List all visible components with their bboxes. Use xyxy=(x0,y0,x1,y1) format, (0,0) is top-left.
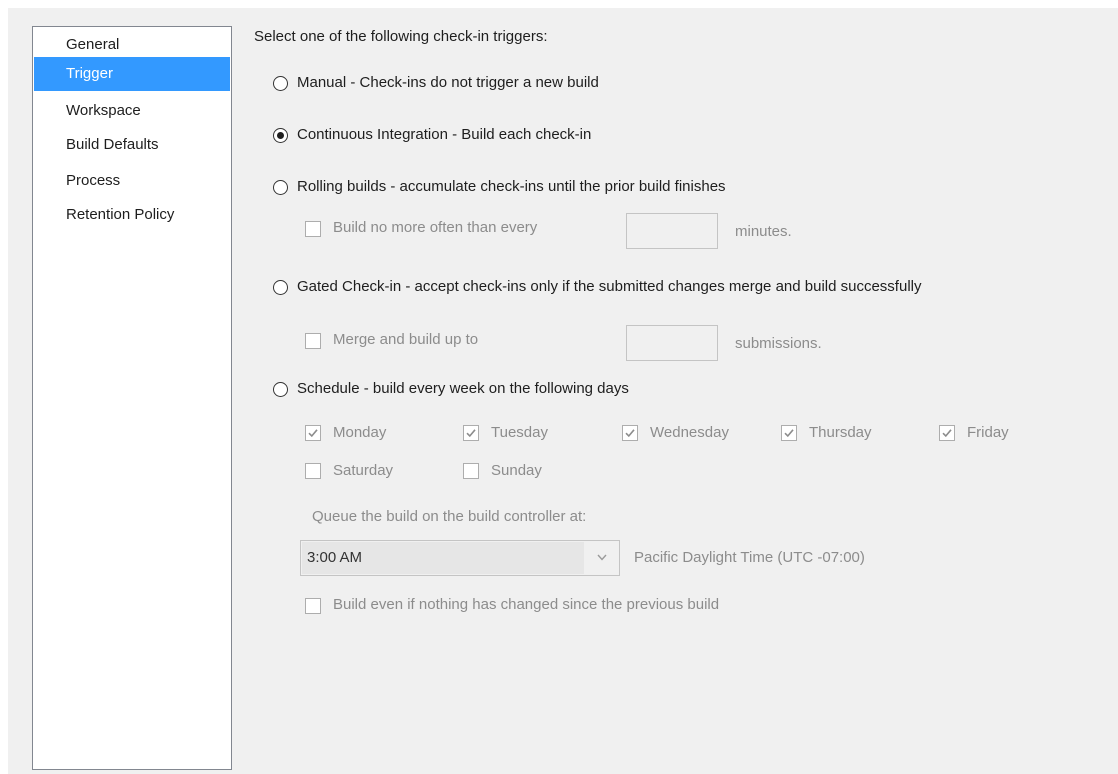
tuesday-label: Tuesday xyxy=(491,424,548,441)
checkmark-icon xyxy=(625,429,635,438)
friday-label: Friday xyxy=(967,424,1009,441)
wednesday-checkbox[interactable] xyxy=(622,425,638,441)
monday-checkbox[interactable] xyxy=(305,425,321,441)
schedule-radio[interactable] xyxy=(273,382,288,397)
gated-checkin-radio[interactable] xyxy=(273,280,288,295)
queue-time-value: 3:00 AM xyxy=(307,549,363,566)
build-even-checkbox[interactable] xyxy=(305,598,321,614)
gated-submissions-suffix: submissions. xyxy=(735,335,822,352)
sunday-label: Sunday xyxy=(491,462,542,479)
wednesday-label: Wednesday xyxy=(650,424,729,441)
friday-checkbox[interactable] xyxy=(939,425,955,441)
build-even-label: Build even if nothing has changed since … xyxy=(333,596,720,613)
sunday-checkbox[interactable] xyxy=(463,463,479,479)
continuous-integration-radio[interactable] xyxy=(273,128,288,143)
rolling-minutes-suffix: minutes. xyxy=(735,223,792,240)
checkmark-icon xyxy=(466,429,476,438)
gated-submissions-input[interactable] xyxy=(626,325,718,361)
checkmark-icon xyxy=(942,429,952,438)
timezone-label: Pacific Daylight Time (UTC -07:00) xyxy=(634,549,865,566)
manual-label[interactable]: Manual - Check-ins do not trigger a new … xyxy=(297,74,599,91)
gated-checkin-label[interactable]: Gated Check-in - accept check-ins only i… xyxy=(297,278,921,295)
rolling-builds-label[interactable]: Rolling builds - accumulate check-ins un… xyxy=(297,178,726,195)
continuous-integration-label[interactable]: Continuous Integration - Build each chec… xyxy=(297,126,591,143)
rolling-limit-checkbox[interactable] xyxy=(305,221,321,237)
schedule-label[interactable]: Schedule - build every week on the follo… xyxy=(297,380,629,397)
monday-label: Monday xyxy=(333,424,387,441)
saturday-label: Saturday xyxy=(333,462,394,479)
thursday-label: Thursday xyxy=(809,424,872,441)
gated-limit-checkbox[interactable] xyxy=(305,333,321,349)
queue-time-value-area: 3:00 AM xyxy=(302,542,584,574)
rolling-builds-radio[interactable] xyxy=(273,180,288,195)
chevron-down-icon[interactable] xyxy=(597,554,607,561)
checkmark-icon xyxy=(784,429,794,438)
checkmark-icon xyxy=(308,429,318,438)
tuesday-checkbox[interactable] xyxy=(463,425,479,441)
trigger-heading: Select one of the following check-in tri… xyxy=(254,28,548,45)
queue-time-label: Queue the build on the build controller … xyxy=(312,508,587,525)
trigger-panel: Select one of the following check-in tri… xyxy=(0,0,1118,774)
rolling-limit-label: Build no more often than every xyxy=(333,219,538,236)
thursday-checkbox[interactable] xyxy=(781,425,797,441)
queue-time-dropdown[interactable]: 3:00 AM xyxy=(300,540,620,576)
manual-radio[interactable] xyxy=(273,76,288,91)
saturday-checkbox[interactable] xyxy=(305,463,321,479)
rolling-minutes-input[interactable] xyxy=(626,213,718,249)
gated-limit-label: Merge and build up to xyxy=(333,331,479,348)
